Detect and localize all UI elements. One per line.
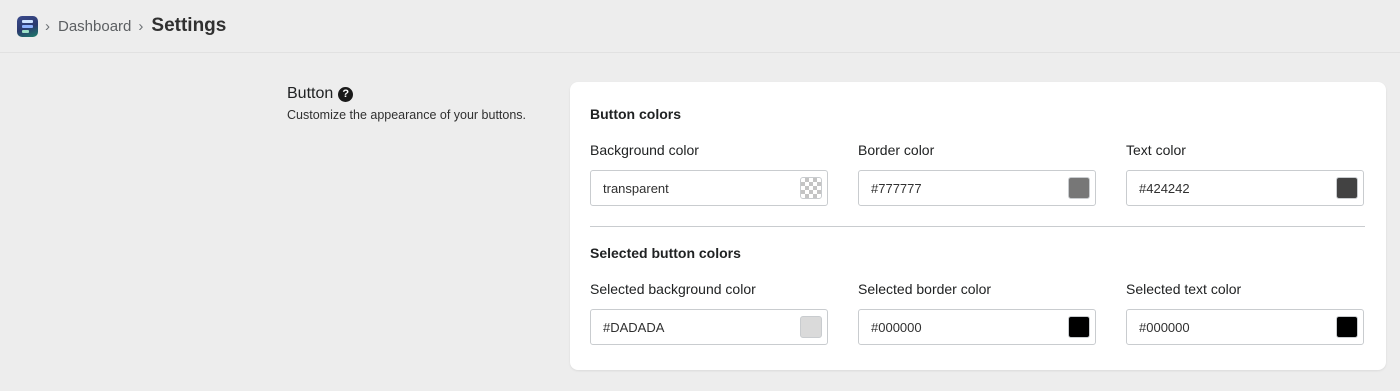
section-title: Button bbox=[287, 85, 334, 102]
breadcrumb-dashboard-link[interactable]: Dashboard bbox=[58, 18, 131, 35]
background-color-input[interactable] bbox=[603, 180, 773, 196]
breadcrumb-separator: › bbox=[138, 17, 144, 35]
selected-text-color-field[interactable] bbox=[1126, 309, 1364, 345]
selected-border-color-label: Selected border color bbox=[858, 281, 992, 297]
selected-background-color-label: Selected background color bbox=[590, 281, 756, 297]
selected-background-color-field[interactable] bbox=[590, 309, 828, 345]
text-color-label: Text color bbox=[1126, 142, 1186, 158]
page-title: Settings bbox=[151, 15, 227, 36]
text-color-input[interactable] bbox=[1139, 180, 1309, 196]
button-colors-title: Button colors bbox=[590, 106, 681, 122]
breadcrumb-separator: › bbox=[45, 17, 50, 35]
selected-text-color-input[interactable] bbox=[1139, 319, 1309, 335]
top-bar: › Dashboard › Settings bbox=[0, 0, 1400, 53]
background-color-label: Background color bbox=[590, 142, 699, 158]
border-color-input[interactable] bbox=[871, 180, 1041, 196]
selected-background-color-swatch[interactable] bbox=[800, 316, 822, 338]
background-color-field[interactable] bbox=[590, 170, 828, 206]
selected-border-color-field[interactable] bbox=[858, 309, 1096, 345]
selected-background-color-input[interactable] bbox=[603, 319, 773, 335]
button-settings-card: Button colors Background color Border co… bbox=[570, 82, 1386, 370]
selected-text-color-swatch[interactable] bbox=[1336, 316, 1358, 338]
section-divider bbox=[590, 226, 1365, 227]
selected-text-color-label: Selected text color bbox=[1126, 281, 1242, 297]
selected-border-color-input[interactable] bbox=[871, 319, 1041, 335]
section-info: Button ? Customize the appearance of you… bbox=[287, 85, 557, 122]
selected-border-color-swatch[interactable] bbox=[1068, 316, 1090, 338]
section-description: Customize the appearance of your buttons… bbox=[287, 108, 527, 122]
text-color-field[interactable] bbox=[1126, 170, 1364, 206]
border-color-label: Border color bbox=[858, 142, 935, 158]
text-color-swatch[interactable] bbox=[1336, 177, 1358, 199]
border-color-swatch[interactable] bbox=[1068, 177, 1090, 199]
app-logo-icon[interactable] bbox=[17, 15, 38, 37]
question-circle-icon[interactable]: ? bbox=[338, 86, 354, 102]
background-color-swatch[interactable] bbox=[800, 177, 822, 199]
selected-button-colors-title: Selected button colors bbox=[590, 245, 741, 261]
border-color-field[interactable] bbox=[858, 170, 1096, 206]
